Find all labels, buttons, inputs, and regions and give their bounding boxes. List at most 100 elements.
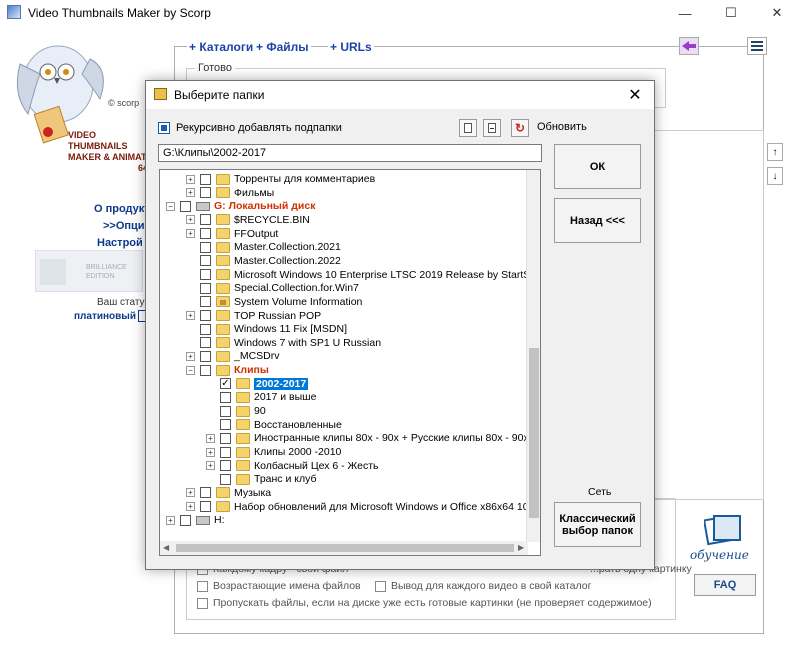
tree-checkbox[interactable] — [200, 187, 211, 199]
tree-label[interactable]: Колбасный Цех 6 - Жесть — [254, 460, 379, 472]
tree-label[interactable]: FFOutput — [234, 228, 278, 240]
option-checkbox[interactable] — [375, 580, 386, 592]
tree-row[interactable]: Восстановленные — [206, 418, 342, 432]
tree-label[interactable]: Набор обновлений для Microsoft Windows и… — [234, 501, 540, 513]
expand-icon[interactable]: + — [186, 351, 195, 361]
tree-row[interactable]: + $RECYCLE.BIN — [186, 213, 310, 227]
ok-button[interactable]: ОК — [554, 144, 641, 189]
tree-vertical-scrollbar[interactable] — [526, 170, 540, 542]
tree-checkbox[interactable] — [200, 282, 211, 294]
tree-checkbox[interactable] — [200, 323, 211, 335]
expand-all-icon[interactable] — [459, 119, 477, 137]
tree-checkbox[interactable] — [200, 269, 211, 281]
tree-label[interactable]: System Volume Information — [234, 296, 362, 308]
tree-checkbox[interactable] — [220, 391, 231, 403]
tree-row[interactable]: + TOP Russian POP — [186, 309, 321, 323]
collapse-icon[interactable]: − — [166, 201, 175, 211]
option-row[interactable]: Вывод для каждого видео в свой каталог — [375, 580, 591, 592]
tree-label[interactable]: G: Локальный диск — [214, 200, 315, 212]
tree-checkbox[interactable] — [180, 200, 191, 212]
about-link[interactable]: О продукт — [94, 203, 150, 215]
tree-checkbox[interactable] — [220, 473, 231, 485]
folder-tree[interactable]: + Торренты для комментариев + Фильмы − G: Лок… — [159, 169, 541, 556]
vertical-scroll-thumb[interactable] — [529, 348, 539, 518]
tree-checkbox[interactable] — [200, 296, 211, 308]
tree-checkbox[interactable] — [220, 446, 231, 458]
tree-checkbox[interactable]: ✓ — [220, 378, 231, 390]
tree-row[interactable]: + Торренты для комментариев — [186, 172, 375, 186]
move-up-button[interactable]: ↑ — [767, 143, 783, 161]
tree-label[interactable]: Музыка — [234, 487, 271, 499]
tree-row[interactable]: + Колбасный Цех 6 - Жесть — [206, 459, 379, 473]
tree-row[interactable]: Special.Collection.for.Win7 — [186, 281, 359, 295]
add-catalogs-link[interactable]: + Каталоги — [187, 40, 256, 54]
expand-icon[interactable]: + — [206, 447, 215, 457]
dialog-close-button[interactable]: ✕ — [620, 83, 650, 107]
recursive-option[interactable]: Рекурсивно добавлять подпапки — [158, 122, 342, 134]
tree-checkbox[interactable] — [200, 241, 211, 253]
tree-label[interactable]: 90 — [254, 405, 266, 417]
tree-label[interactable]: Клипы — [234, 364, 269, 376]
list-icon[interactable] — [747, 37, 767, 55]
tree-label[interactable]: Транс и клуб — [254, 473, 316, 485]
tree-label[interactable]: Windows 11 Fix [MSDN] — [234, 323, 347, 335]
tree-label[interactable]: Клипы 2000 -2010 — [254, 446, 341, 458]
tree-checkbox[interactable] — [200, 173, 211, 185]
tree-checkbox[interactable] — [180, 514, 191, 526]
tree-label[interactable]: Торренты для комментариев — [234, 173, 375, 185]
tree-row[interactable]: + _MCSDrv — [186, 349, 280, 363]
expand-icon[interactable]: + — [186, 488, 195, 498]
add-files-link[interactable]: + Файлы — [254, 40, 311, 54]
tree-label[interactable]: 2002-2017 — [254, 377, 309, 390]
tree-row[interactable]: + Иностранные клипы 80х - 90х + Русские к… — [206, 431, 529, 445]
option-checkbox[interactable] — [197, 597, 208, 609]
tree-row[interactable]: + Клипы 2000 -2010 — [206, 445, 341, 459]
tree-label[interactable]: Special.Collection.for.Win7 — [234, 282, 359, 294]
add-urls-link[interactable]: + URLs — [328, 40, 374, 54]
tree-checkbox[interactable] — [200, 350, 211, 362]
refresh-label[interactable]: Обновить — [537, 121, 587, 133]
tree-row[interactable]: 90 — [206, 404, 266, 418]
expand-icon[interactable]: + — [186, 502, 195, 512]
tree-checkbox[interactable] — [200, 501, 211, 513]
path-field[interactable]: G:\Клипы\2002-2017 — [158, 144, 542, 162]
tree-row[interactable]: Master.Collection.2022 — [186, 254, 341, 268]
expand-icon[interactable]: + — [186, 311, 195, 320]
faq-button[interactable]: FAQ — [694, 574, 756, 596]
tree-row[interactable]: ✓ 2002-2017 — [206, 377, 309, 391]
tree-label[interactable]: Восстановленные — [254, 419, 342, 431]
tree-row[interactable]: − Клипы — [186, 363, 269, 377]
refresh-icon[interactable]: ↻ — [511, 119, 529, 137]
tree-row[interactable]: Master.Collection.2021 — [186, 240, 341, 254]
tree-label[interactable]: H: — [214, 514, 225, 526]
recursive-checkbox[interactable] — [158, 122, 170, 134]
tree-horizontal-scrollbar[interactable]: ◀ ▶ — [160, 541, 528, 555]
tree-label[interactable]: Microsoft Windows 10 Enterprise LTSC 201… — [234, 269, 540, 281]
scroll-left-icon[interactable]: ◀ — [163, 543, 169, 552]
back-button[interactable]: Назад <<< — [554, 198, 641, 243]
tree-checkbox[interactable] — [200, 214, 211, 226]
tree-checkbox[interactable] — [220, 405, 231, 417]
tree-row[interactable]: Транс и клуб — [206, 472, 316, 486]
expand-icon[interactable]: + — [166, 515, 175, 525]
tree-row[interactable]: + Набор обновлений для Microsoft Windows … — [186, 500, 540, 514]
close-button[interactable]: ✕ — [754, 0, 800, 26]
tree-checkbox[interactable] — [200, 487, 211, 499]
horizontal-scroll-thumb[interactable] — [176, 544, 514, 552]
collapse-icon[interactable]: − — [186, 365, 195, 375]
move-down-button[interactable]: ↓ — [767, 167, 783, 185]
expand-icon[interactable]: + — [186, 215, 195, 225]
tree-checkbox[interactable] — [220, 419, 231, 431]
tree-label[interactable]: Master.Collection.2021 — [234, 241, 341, 253]
tree-row[interactable]: Windows 7 with SP1 U Russian — [186, 336, 381, 350]
tree-label[interactable]: _MCSDrv — [234, 350, 280, 362]
expand-icon[interactable]: + — [206, 433, 215, 443]
tree-label[interactable]: Иностранные клипы 80х - 90х + Русские кл… — [254, 432, 529, 444]
tree-row[interactable]: + Музыка — [186, 486, 271, 500]
tree-row[interactable]: + H: — [166, 513, 225, 527]
option-row[interactable]: Пропускать файлы, если на диске уже есть… — [197, 597, 652, 609]
tree-row[interactable]: Windows 11 Fix [MSDN] — [186, 322, 347, 336]
tree-checkbox[interactable] — [200, 364, 211, 376]
tree-label[interactable]: Фильмы — [234, 187, 274, 199]
expand-icon[interactable]: + — [186, 229, 195, 239]
